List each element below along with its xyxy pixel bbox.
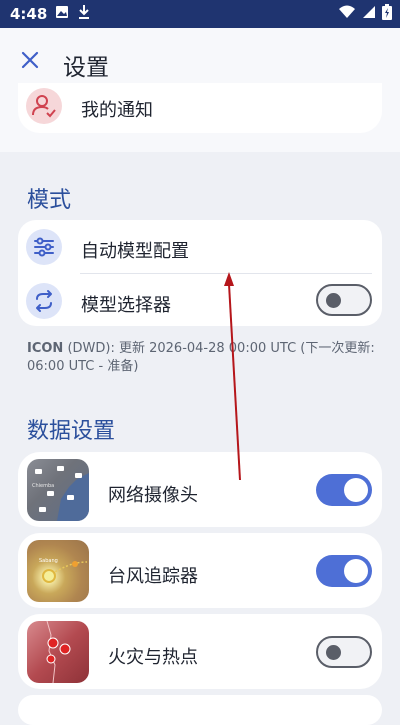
annotation-arrow <box>224 272 241 481</box>
